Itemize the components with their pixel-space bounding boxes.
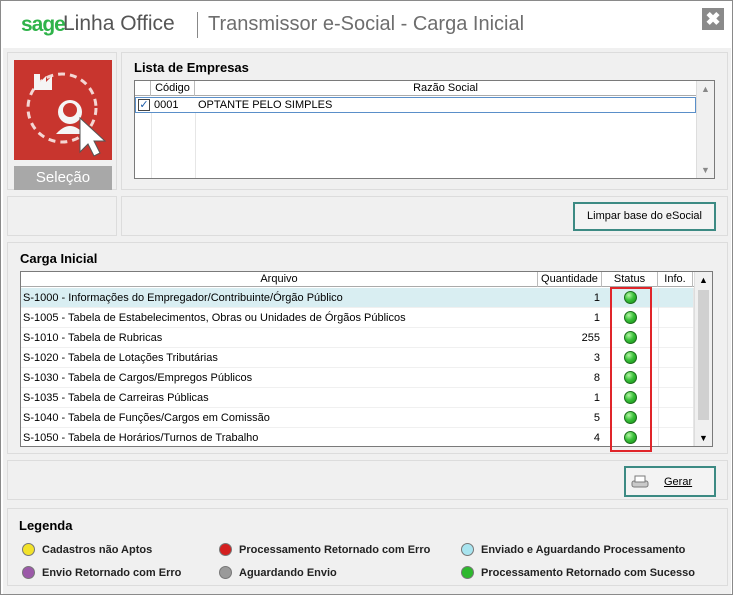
- load-quantity: 1: [593, 392, 600, 404]
- legend-label: Envio Retornado com Erro: [42, 567, 182, 579]
- initial-load-grid: Arquivo Quantidade Status Info. S-1000 -…: [20, 271, 713, 452]
- load-row[interactable]: S-1035 - Tabela de Carreiras Públicas 1: [21, 388, 694, 408]
- legend-status-dot-icon: [22, 543, 35, 556]
- company-list-title: Lista de Empresas: [134, 60, 249, 75]
- column-header-quantidade[interactable]: Quantidade: [538, 272, 602, 287]
- row-checkbox[interactable]: ✓: [138, 99, 150, 111]
- company-grid-header: Código Razão Social: [135, 81, 696, 96]
- content-area: Seleção Lista de Empresas Código Razão S…: [3, 48, 731, 594]
- scroll-thumb[interactable]: [698, 290, 709, 420]
- legend-status-dot-icon: [219, 543, 232, 556]
- legend-label: Cadastros não Aptos: [42, 544, 153, 556]
- load-file-name: S-1020 - Tabela de Lotações Tributárias: [23, 352, 218, 364]
- close-icon[interactable]: ✖: [702, 8, 724, 30]
- scroll-down-icon[interactable]: ▼: [695, 430, 712, 446]
- initial-load-scrollbar[interactable]: ▲ ▼: [694, 272, 712, 446]
- generate-button[interactable]: Gerar: [624, 466, 716, 497]
- scroll-up-icon[interactable]: ▲: [695, 272, 712, 288]
- company-selection-icon[interactable]: [14, 60, 112, 160]
- clear-esocial-base-label: Limpar base do eSocial: [587, 210, 702, 222]
- app-window: sage Linha Office Transmissor e-Social -…: [0, 0, 733, 595]
- grid-divider: [195, 113, 196, 178]
- initial-load-title: Carga Inicial: [20, 251, 98, 266]
- load-file-name: S-1040 - Tabela de Funções/Cargos em Com…: [23, 412, 270, 424]
- scroll-up-icon[interactable]: ▲: [697, 81, 714, 97]
- generate-panel: Gerar: [7, 460, 728, 500]
- legend-status-dot-icon: [219, 566, 232, 579]
- legend-label: Enviado e Aguardando Processamento: [481, 544, 686, 556]
- load-quantity: 3: [593, 352, 600, 364]
- company-grid: Código Razão Social ✓ 0001 OPTANTE PELO …: [134, 80, 715, 179]
- load-quantity: 255: [581, 332, 600, 344]
- selection-panel: Seleção: [7, 52, 117, 190]
- spacer-panel: [7, 196, 117, 236]
- company-row[interactable]: ✓ 0001 OPTANTE PELO SIMPLES: [135, 97, 696, 113]
- load-quantity: 5: [593, 412, 600, 424]
- brand-sage-logo: sage: [21, 13, 66, 36]
- print-icon: [631, 475, 649, 489]
- column-header-info[interactable]: Info.: [658, 272, 693, 287]
- grid-divider: [658, 288, 659, 446]
- load-row[interactable]: S-1030 - Tabela de Cargos/Empregos Públi…: [21, 368, 694, 388]
- legend-label: Processamento Retornado com Sucesso: [481, 567, 695, 579]
- load-file-name: S-1050 - Tabela de Horários/Turnos de Tr…: [23, 432, 259, 444]
- clear-esocial-base-button[interactable]: Limpar base do eSocial: [573, 202, 716, 231]
- column-header-codigo[interactable]: Código: [151, 81, 195, 96]
- load-file-name: S-1030 - Tabela de Cargos/Empregos Públi…: [23, 372, 253, 384]
- load-quantity: 1: [593, 312, 600, 324]
- legend-title: Legenda: [19, 518, 73, 533]
- load-row[interactable]: S-1050 - Tabela de Horários/Turnos de Tr…: [21, 428, 694, 448]
- legend-status-dot-icon: [461, 566, 474, 579]
- company-list-panel: Lista de Empresas Código Razão Social ✓ …: [121, 52, 728, 190]
- header-check-col: [135, 81, 151, 96]
- load-quantity: 4: [593, 432, 600, 444]
- selection-label[interactable]: Seleção: [14, 166, 112, 190]
- load-file-name: S-1005 - Tabela de Estabelecimentos, Obr…: [23, 312, 406, 324]
- scroll-down-icon[interactable]: ▼: [697, 162, 714, 178]
- actions-panel: Limpar base do eSocial: [121, 196, 728, 236]
- legend-label: Aguardando Envio: [239, 567, 337, 579]
- initial-load-panel: Carga Inicial Arquivo Quantidade Status …: [7, 242, 728, 454]
- title-separator: [197, 12, 198, 38]
- legend-label: Processamento Retornado com Erro: [239, 544, 431, 556]
- grid-divider: [151, 113, 152, 178]
- load-row[interactable]: S-1010 - Tabela de Rubricas 255: [21, 328, 694, 348]
- legend-status-dot-icon: [22, 566, 35, 579]
- load-row[interactable]: S-1000 - Informações do Empregador/Contr…: [21, 288, 694, 308]
- load-row[interactable]: S-1005 - Tabela de Estabelecimentos, Obr…: [21, 308, 694, 328]
- load-file-name: S-1035 - Tabela de Carreiras Públicas: [23, 392, 209, 404]
- window-title: Transmissor e-Social - Carga Inicial: [208, 13, 525, 35]
- legend-status-dot-icon: [461, 543, 474, 556]
- company-code: 0001: [154, 99, 179, 111]
- title-bar: sage Linha Office Transmissor e-Social -…: [1, 1, 732, 47]
- column-header-status[interactable]: Status: [602, 272, 658, 287]
- initial-load-grid-header: Arquivo Quantidade Status Info.: [21, 272, 694, 287]
- column-header-arquivo[interactable]: Arquivo: [21, 272, 538, 287]
- status-highlight-box: [610, 287, 652, 452]
- load-quantity: 1: [593, 292, 600, 304]
- column-header-razao-social[interactable]: Razão Social: [195, 81, 696, 96]
- company-name: OPTANTE PELO SIMPLES: [198, 99, 333, 111]
- load-file-name: S-1000 - Informações do Empregador/Contr…: [23, 292, 343, 304]
- generate-label: Gerar: [664, 476, 693, 488]
- load-quantity: 8: [593, 372, 600, 384]
- company-grid-scrollbar[interactable]: ▲ ▼: [696, 81, 714, 178]
- legend-panel: Legenda Cadastros não Aptos Processamento…: [7, 508, 728, 586]
- load-row[interactable]: S-1020 - Tabela de Lotações Tributárias 3: [21, 348, 694, 368]
- brand-product-name: Linha Office: [63, 12, 175, 35]
- load-file-name: S-1010 - Tabela de Rubricas: [23, 332, 163, 344]
- load-row[interactable]: S-1040 - Tabela de Funções/Cargos em Com…: [21, 408, 694, 428]
